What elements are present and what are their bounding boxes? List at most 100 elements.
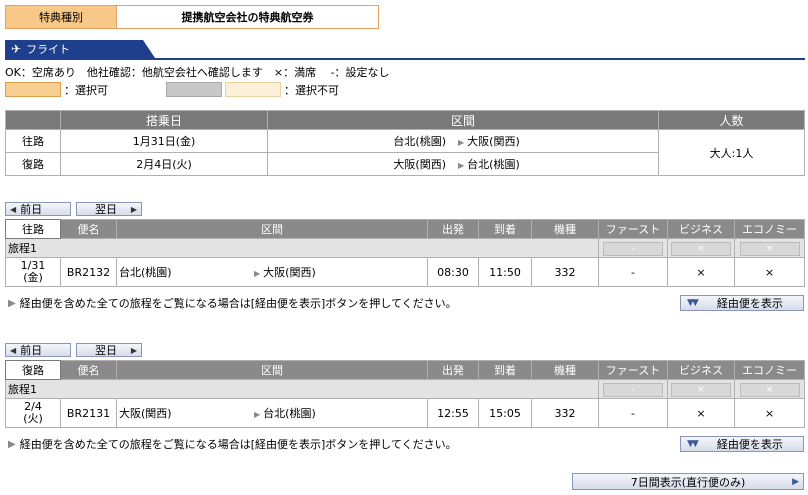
flight-aircraft: 332 <box>531 398 599 428</box>
summary-pax: 大人:1人 <box>658 129 805 176</box>
seven-day-view-button[interactable]: 7日間表示(直行便のみ) ▶ <box>572 473 804 490</box>
business-select-disabled: × <box>671 241 731 256</box>
flight-date: 1/31 (金) <box>5 257 61 287</box>
summary-direction: 往路 <box>5 129 61 153</box>
first-select-cell: - <box>598 238 668 258</box>
first-select-cell: - <box>598 379 668 399</box>
summary-from: 大阪(関西) <box>393 158 446 171</box>
summary-route: 大阪(関西) ▶ 台北(桃園) <box>267 152 659 176</box>
business-availability: × <box>667 398 735 428</box>
prev-day-label: 前日 <box>20 344 43 357</box>
summary-date: 1月31日(金) <box>60 129 268 153</box>
prev-day-label: 前日 <box>20 203 43 216</box>
economy-select-cell: × <box>734 379 805 399</box>
award-type-label: 特典種別 <box>6 6 117 28</box>
arrow-right-icon: ▶ <box>792 476 799 487</box>
inbound-direction-header: 復路 <box>5 360 61 380</box>
next-day-label: 翌日 <box>95 344 117 357</box>
departure-header: 出発 <box>427 360 479 380</box>
flight-section-tab: ✈ フライト <box>5 40 805 60</box>
flight-tab-label: フライト <box>26 43 71 56</box>
flight-date: 2/4 (火) <box>5 398 61 428</box>
outbound-prev-day-button[interactable]: ◀ 前日 <box>5 202 71 216</box>
note-arrow-icon: ▶ <box>8 297 16 309</box>
award-type-value: 提携航空会社の特典航空券 <box>181 11 314 24</box>
via-button-label: 経由便を表示 <box>716 438 783 451</box>
first-availability: - <box>598 398 668 428</box>
flight-from: 大阪(関西) <box>119 407 172 420</box>
inbound-flight-table: 復路 便名 区間 出発 到着 機種 ファースト ビジネス エコノミー 旅程1 -… <box>5 360 805 428</box>
flight-arrival: 11:50 <box>478 257 532 287</box>
route-header: 区間 <box>116 219 428 239</box>
flight-to: 台北(桃園) <box>263 407 316 420</box>
flight-tab: ✈ フライト <box>5 40 155 58</box>
economy-select-disabled: × <box>739 382 800 397</box>
itinerary-label: 旅程1 <box>5 238 599 258</box>
summary-date: 2月4日(火) <box>60 152 268 176</box>
seven-day-view-label: 7日間表示(直行便のみ) <box>630 475 746 489</box>
summary-to: 台北(桃園) <box>467 158 520 171</box>
double-chevron-down-icon: ▼▼ <box>687 439 699 449</box>
summary-row: 往路 1月31日(金) 台北(桃園) ▶ 大阪(関西) 大人:1人 <box>5 129 805 176</box>
business-select-cell: × <box>667 379 735 399</box>
arrival-header: 到着 <box>478 219 532 239</box>
flight-number-header: 便名 <box>60 360 117 380</box>
via-flight-note-text: 経由便を含めた全ての旅程をご覧になる場合は[経由便を表示]ボタンを押してください… <box>19 297 457 310</box>
unselectable-swatch <box>225 82 281 97</box>
flight-number: BR2132 <box>60 257 117 287</box>
economy-select-disabled: × <box>739 241 800 256</box>
flight-aircraft: 332 <box>531 257 599 287</box>
summary-header-date: 搭乗日 <box>60 110 268 130</box>
flight-route: 台北(桃園) ▶ 大阪(関西) <box>116 257 428 287</box>
inbound-next-day-button[interactable]: 翌日 ▶ <box>76 343 142 357</box>
economy-availability: × <box>734 257 805 287</box>
arrow-right-icon: ▶ <box>458 138 465 147</box>
summary-route: 台北(桃園) ▶ 大阪(関西) <box>267 129 659 153</box>
double-chevron-down-icon: ▼▼ <box>687 298 699 308</box>
via-flight-note-text: 経由便を含めた全ての旅程をご覧になる場合は[経由便を表示]ボタンを押してください… <box>19 438 457 451</box>
outbound-show-via-button[interactable]: ▼▼ 経由便を表示 <box>680 295 804 311</box>
summary-direction: 復路 <box>5 152 61 176</box>
via-button-label: 経由便を表示 <box>716 297 783 310</box>
route-header: 区間 <box>116 360 428 380</box>
flight-route: 大阪(関西) ▶ 台北(桃園) <box>116 398 428 428</box>
airplane-icon: ✈ <box>11 42 22 56</box>
availability-legend: OK：空席あり 他社確認：他航空会社へ確認します ×：満席 -：設定なし <box>5 66 390 79</box>
aircraft-header: 機種 <box>531 360 599 380</box>
next-day-label: 翌日 <box>95 203 117 216</box>
economy-availability: × <box>734 398 805 428</box>
inbound-prev-day-button[interactable]: ◀ 前日 <box>5 343 71 357</box>
flight-to: 大阪(関西) <box>263 266 316 279</box>
flight-row: 1/31 (金) BR2132 台北(桃園) ▶ 大阪(関西) 08:30 11:5… <box>5 257 805 287</box>
first-select-disabled: - <box>603 382 663 397</box>
economy-class-header: エコノミー <box>734 360 805 380</box>
flight-number-header: 便名 <box>60 219 117 239</box>
business-availability: × <box>667 257 735 287</box>
flight-departure: 08:30 <box>427 257 479 287</box>
color-legend: ：選択可 ：選択不可 <box>5 81 339 98</box>
itinerary-summary-table: 搭乗日 区間 人数 往路 1月31日(金) 台北(桃園) ▶ 大阪(関西) 大人:1… <box>5 110 805 176</box>
business-class-header: ビジネス <box>667 360 735 380</box>
business-class-header: ビジネス <box>667 219 735 239</box>
arrow-left-icon: ◀ <box>10 345 17 355</box>
inbound-show-via-button[interactable]: ▼▼ 経由便を表示 <box>680 436 804 452</box>
business-select-cell: × <box>667 238 735 258</box>
selectable-swatch <box>5 82 61 97</box>
departure-header: 出発 <box>427 219 479 239</box>
arrow-right-icon: ▶ <box>130 345 137 355</box>
first-availability: - <box>598 257 668 287</box>
economy-class-header: エコノミー <box>734 219 805 239</box>
outbound-next-day-button[interactable]: 翌日 ▶ <box>76 202 142 216</box>
flight-departure: 12:55 <box>427 398 479 428</box>
flight-from: 台北(桃園) <box>119 266 172 279</box>
via-flight-note: ▶ 経由便を含めた全ての旅程をご覧になる場合は[経由便を表示]ボタンを押してくだ… <box>8 436 457 452</box>
flight-date-line2: (金) <box>23 271 43 284</box>
flight-arrival: 15:05 <box>478 398 532 428</box>
aircraft-header: 機種 <box>531 219 599 239</box>
business-select-disabled: × <box>671 382 731 397</box>
itinerary-row: 旅程1 - × × <box>5 379 805 399</box>
summary-header-blank <box>5 110 61 130</box>
outbound-flight-table: 往路 便名 区間 出発 到着 機種 ファースト ビジネス エコノミー 旅程1 -… <box>5 219 805 287</box>
first-class-header: ファースト <box>598 219 668 239</box>
flight-number: BR2131 <box>60 398 117 428</box>
